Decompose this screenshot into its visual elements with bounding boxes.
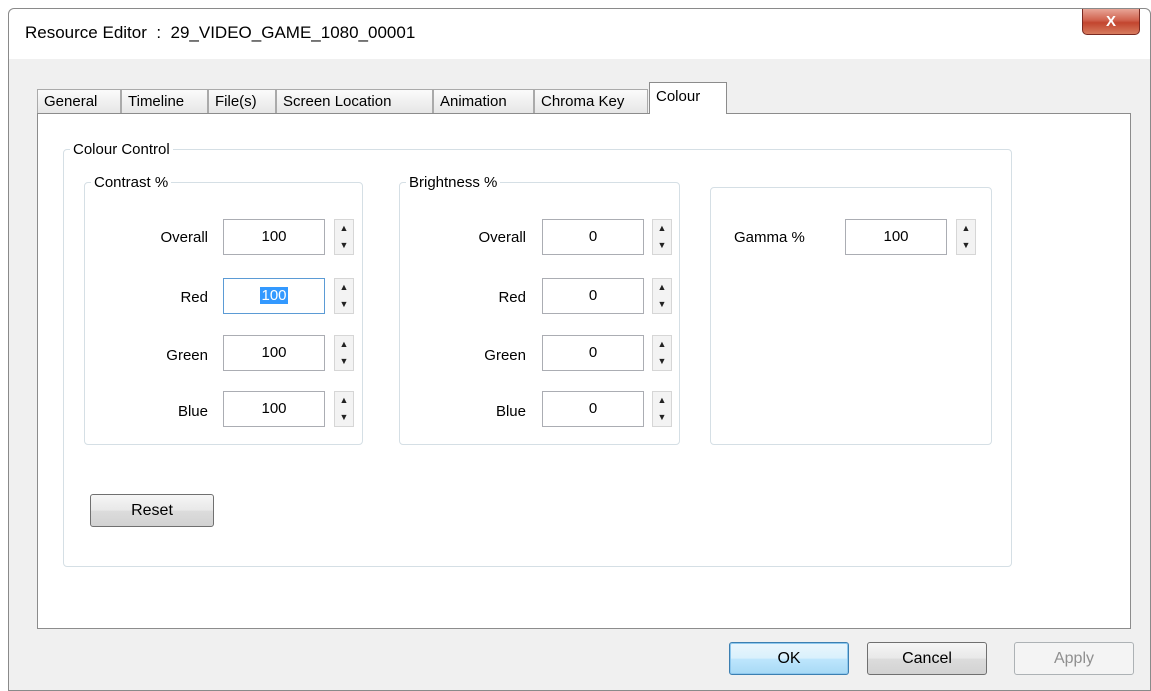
brightness-blue-label: Blue xyxy=(495,403,526,420)
spin-down-arrow-icon[interactable]: ▼ xyxy=(653,409,671,426)
spin-up-arrow-icon[interactable]: ▲ xyxy=(653,279,671,296)
brightness-blue-input[interactable]: 0 xyxy=(542,391,644,427)
brightness-title: Brightness % xyxy=(409,174,498,191)
spin-up-arrow-icon[interactable]: ▲ xyxy=(335,279,353,296)
ok-button[interactable]: OK xyxy=(729,642,849,675)
spin-up-arrow-icon[interactable]: ▲ xyxy=(653,220,671,237)
spin-down-arrow-icon[interactable]: ▼ xyxy=(335,296,353,313)
spin-down-arrow-icon[interactable]: ▼ xyxy=(335,353,353,370)
spin-up-arrow-icon[interactable]: ▲ xyxy=(653,336,671,353)
spin-up-arrow-icon[interactable]: ▲ xyxy=(335,336,353,353)
tab-general[interactable]: General xyxy=(37,89,121,113)
gamma-spinner[interactable]: ▲ ▼ xyxy=(956,219,976,255)
contrast-blue-input[interactable]: 100 xyxy=(223,391,325,427)
contrast-blue-label: Blue xyxy=(177,403,208,420)
brightness-overall-input[interactable]: 0 xyxy=(542,219,644,255)
window-title: Resource Editor : 29_VIDEO_GAME_1080_000… xyxy=(25,23,416,42)
tab-screen-location[interactable]: Screen Location xyxy=(276,89,433,113)
spin-up-arrow-icon[interactable]: ▲ xyxy=(335,392,353,409)
tab-files[interactable]: File(s) xyxy=(208,89,276,113)
tab-timeline[interactable]: Timeline xyxy=(121,89,208,113)
spin-down-arrow-icon[interactable]: ▼ xyxy=(957,237,975,254)
colour-tab-panel: Colour Control Contrast % Overall 100 ▲ ▼… xyxy=(37,113,1131,629)
spin-down-arrow-icon[interactable]: ▼ xyxy=(653,296,671,313)
resource-editor-window: Resource Editor : 29_VIDEO_GAME_1080_000… xyxy=(8,8,1151,691)
contrast-red-value: 100 xyxy=(260,287,288,304)
spin-down-arrow-icon[interactable]: ▼ xyxy=(653,237,671,254)
contrast-red-input[interactable]: 100 xyxy=(223,278,325,314)
apply-button[interactable]: Apply xyxy=(1014,642,1134,675)
contrast-green-spinner[interactable]: ▲ ▼ xyxy=(334,335,354,371)
contrast-overall-spinner[interactable]: ▲ ▼ xyxy=(334,219,354,255)
spin-up-arrow-icon[interactable]: ▲ xyxy=(653,392,671,409)
contrast-red-label: Red xyxy=(180,289,208,306)
tab-colour[interactable]: Colour xyxy=(649,82,727,114)
tab-chroma-key[interactable]: Chroma Key xyxy=(534,89,648,113)
brightness-blue-spinner[interactable]: ▲ ▼ xyxy=(652,391,672,427)
spin-up-arrow-icon[interactable]: ▲ xyxy=(957,220,975,237)
spin-down-arrow-icon[interactable]: ▼ xyxy=(653,353,671,370)
tab-animation[interactable]: Animation xyxy=(433,89,534,113)
spin-up-arrow-icon[interactable]: ▲ xyxy=(335,220,353,237)
contrast-overall-input[interactable]: 100 xyxy=(223,219,325,255)
brightness-red-label: Red xyxy=(498,289,526,306)
contrast-title: Contrast % xyxy=(94,174,169,191)
contrast-overall-label: Overall xyxy=(160,229,208,246)
title-bar: Resource Editor : 29_VIDEO_GAME_1080_000… xyxy=(9,9,1150,59)
close-button[interactable]: X xyxy=(1082,9,1140,35)
spin-down-arrow-icon[interactable]: ▼ xyxy=(335,409,353,426)
brightness-green-input[interactable]: 0 xyxy=(542,335,644,371)
close-icon: X xyxy=(1105,13,1116,30)
contrast-green-input[interactable]: 100 xyxy=(223,335,325,371)
brightness-red-spinner[interactable]: ▲ ▼ xyxy=(652,278,672,314)
brightness-overall-spinner[interactable]: ▲ ▼ xyxy=(652,219,672,255)
brightness-green-spinner[interactable]: ▲ ▼ xyxy=(652,335,672,371)
reset-button[interactable]: Reset xyxy=(90,494,214,527)
brightness-green-label: Green xyxy=(484,347,526,364)
tab-strip: General Timeline File(s) Screen Location… xyxy=(37,79,1137,114)
contrast-green-label: Green xyxy=(166,347,208,364)
contrast-blue-spinner[interactable]: ▲ ▼ xyxy=(334,391,354,427)
colour-control-title: Colour Control xyxy=(73,141,170,158)
contrast-red-spinner[interactable]: ▲ ▼ xyxy=(334,278,354,314)
cancel-button[interactable]: Cancel xyxy=(867,642,987,675)
spin-down-arrow-icon[interactable]: ▼ xyxy=(335,237,353,254)
gamma-input[interactable]: 100 xyxy=(845,219,947,255)
gamma-label: Gamma % xyxy=(734,229,805,246)
brightness-overall-label: Overall xyxy=(478,229,526,246)
brightness-red-input[interactable]: 0 xyxy=(542,278,644,314)
